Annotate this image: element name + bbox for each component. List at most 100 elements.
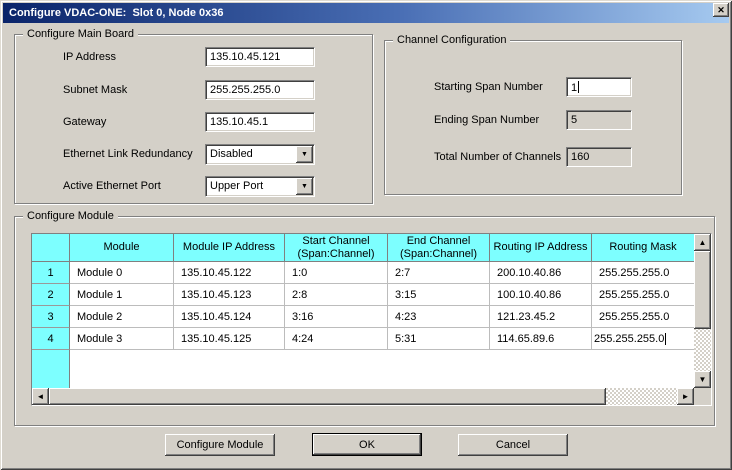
scroll-up-button[interactable]: ▲ xyxy=(694,234,711,251)
active-ethernet-port-combobox[interactable]: Upper Port ▼ xyxy=(205,176,315,197)
total-number-of-channels-value: 160 xyxy=(571,151,589,163)
gateway-label: Gateway xyxy=(63,115,106,129)
cell-module-ip[interactable]: 135.10.45.125 xyxy=(174,328,285,350)
group-main-board: Configure Main Board IP Address 135.10.4… xyxy=(14,34,373,204)
cell-module-ip[interactable]: 135.10.45.122 xyxy=(174,262,285,284)
configure-module-button-label: Configure Module xyxy=(177,439,264,451)
table-row: 3 Module 2 135.10.45.124 3:16 4:23 121.2… xyxy=(32,306,694,328)
starting-span-number-value: 1 xyxy=(571,82,577,94)
text-cursor xyxy=(665,333,666,345)
cell-routing-ip[interactable]: 121.23.45.2 xyxy=(490,306,592,328)
scroll-down-button[interactable]: ▼ xyxy=(694,371,711,388)
chevron-down-icon: ▼ xyxy=(301,183,308,190)
cancel-button[interactable]: Cancel xyxy=(458,434,568,456)
ip-address-field[interactable]: 135.10.45.121 xyxy=(205,47,315,67)
starting-span-number-label: Starting Span Number xyxy=(434,80,543,94)
cell-routing-mask[interactable]: 255.255.255.0 xyxy=(592,262,694,284)
cell-module-ip[interactable]: 135.10.45.123 xyxy=(174,284,285,306)
ending-span-number-value: 5 xyxy=(571,114,577,126)
column-header-rownum xyxy=(32,234,70,262)
text-cursor xyxy=(578,81,579,93)
gateway-value: 135.10.45.1 xyxy=(210,116,268,128)
group-channel-configuration: Channel Configuration Starting Span Numb… xyxy=(384,40,682,195)
cell-end-channel[interactable]: 3:15 xyxy=(388,284,490,306)
cell-end-channel[interactable]: 5:31 xyxy=(388,328,490,350)
group-channel-configuration-legend: Channel Configuration xyxy=(393,34,510,47)
total-number-of-channels-label: Total Number of Channels xyxy=(434,150,561,164)
row-header[interactable]: 1 xyxy=(32,262,70,284)
dialog-window: Configure VDAC-ONE: Slot 0, Node 0x36 ✕ … xyxy=(0,0,732,470)
group-main-board-legend: Configure Main Board xyxy=(23,28,138,41)
cell-start-channel[interactable]: 3:16 xyxy=(285,306,388,328)
horizontal-scrollbar[interactable]: ◄ ► xyxy=(32,388,694,405)
cell-module[interactable]: Module 3 xyxy=(70,328,174,350)
vertical-scrollbar-thumb[interactable] xyxy=(694,251,711,329)
ip-address-label: IP Address xyxy=(63,50,116,64)
active-ethernet-port-label: Active Ethernet Port xyxy=(63,179,161,193)
cell-routing-mask-editing[interactable]: 255.255.255.0 xyxy=(592,328,694,350)
starting-span-number-field[interactable]: 1 xyxy=(566,77,632,97)
row-header[interactable]: 3 xyxy=(32,306,70,328)
cell-module-ip[interactable]: 135.10.45.124 xyxy=(174,306,285,328)
active-ethernet-port-value: Upper Port xyxy=(210,180,263,192)
cell-routing-mask[interactable]: 255.255.255.0 xyxy=(592,284,694,306)
total-number-of-channels-field: 160 xyxy=(566,147,632,167)
column-header-routing-mask: Routing Mask xyxy=(592,234,694,262)
column-header-module: Module xyxy=(70,234,174,262)
ethernet-link-redundancy-value: Disabled xyxy=(210,148,253,160)
scroll-left-button[interactable]: ◄ xyxy=(32,388,49,405)
table-header-row: Module Module IP Address Start Channel(S… xyxy=(32,234,694,262)
dropdown-button[interactable]: ▼ xyxy=(296,146,313,163)
vertical-scrollbar[interactable]: ▲ ▼ xyxy=(694,234,711,388)
window-title: Configure VDAC-ONE: Slot 0, Node 0x36 xyxy=(9,7,224,19)
row-header[interactable]: 4 xyxy=(32,328,70,350)
title-bar: Configure VDAC-ONE: Slot 0, Node 0x36 xyxy=(3,3,729,23)
cell-start-channel[interactable]: 4:24 xyxy=(285,328,388,350)
cell-end-channel[interactable]: 2:7 xyxy=(388,262,490,284)
column-header-start-channel: Start Channel(Span:Channel) xyxy=(285,234,388,262)
chevron-down-icon: ▼ xyxy=(301,151,308,158)
configure-module-button[interactable]: Configure Module xyxy=(165,434,275,456)
cell-start-channel[interactable]: 1:0 xyxy=(285,262,388,284)
scroll-right-icon: ► xyxy=(682,393,690,401)
cell-module[interactable]: Module 1 xyxy=(70,284,174,306)
table-row: 4 Module 3 135.10.45.125 4:24 5:31 114.6… xyxy=(32,328,694,350)
scroll-up-icon: ▲ xyxy=(699,239,707,247)
cell-module[interactable]: Module 0 xyxy=(70,262,174,284)
table-row: 1 Module 0 135.10.45.122 1:0 2:7 200.10.… xyxy=(32,262,694,284)
group-configure-module-legend: Configure Module xyxy=(23,210,118,223)
cell-routing-ip[interactable]: 100.10.40.86 xyxy=(490,284,592,306)
gateway-field[interactable]: 135.10.45.1 xyxy=(205,112,315,132)
horizontal-scrollbar-thumb[interactable] xyxy=(49,388,606,405)
column-header-end-channel: End Channel(Span:Channel) xyxy=(388,234,490,262)
close-button[interactable]: ✕ xyxy=(713,3,729,17)
column-header-routing-ip: Routing IP Address xyxy=(490,234,592,262)
ip-address-value: 135.10.45.121 xyxy=(210,51,280,63)
row-header[interactable]: 2 xyxy=(32,284,70,306)
scroll-left-icon: ◄ xyxy=(37,393,45,401)
scroll-down-icon: ▼ xyxy=(699,376,707,384)
scroll-right-button[interactable]: ► xyxy=(677,388,694,405)
cell-routing-ip[interactable]: 200.10.40.86 xyxy=(490,262,592,284)
module-grid: Module Module IP Address Start Channel(S… xyxy=(32,234,694,388)
ethernet-link-redundancy-label: Ethernet Link Redundancy xyxy=(63,147,193,161)
ending-span-number-field: 5 xyxy=(566,110,632,130)
column-header-module-ip: Module IP Address xyxy=(174,234,285,262)
ok-button-label: OK xyxy=(359,439,375,451)
cell-routing-mask[interactable]: 255.255.255.0 xyxy=(592,306,694,328)
dropdown-button[interactable]: ▼ xyxy=(296,178,313,195)
close-icon: ✕ xyxy=(717,6,725,15)
cell-start-channel[interactable]: 2:8 xyxy=(285,284,388,306)
subnet-mask-value: 255.255.255.0 xyxy=(210,84,280,96)
group-configure-module: Configure Module Module Module IP Addres… xyxy=(14,216,715,426)
ethernet-link-redundancy-combobox[interactable]: Disabled ▼ xyxy=(205,144,315,165)
subnet-mask-label: Subnet Mask xyxy=(63,83,127,97)
editing-cell-value: 255.255.255.0 xyxy=(594,333,664,345)
ending-span-number-label: Ending Span Number xyxy=(434,113,539,127)
cell-routing-ip[interactable]: 114.65.89.6 xyxy=(490,328,592,350)
module-table: Module Module IP Address Start Channel(S… xyxy=(31,233,712,406)
subnet-mask-field[interactable]: 255.255.255.0 xyxy=(205,80,315,100)
ok-button[interactable]: OK xyxy=(312,433,422,456)
cell-module[interactable]: Module 2 xyxy=(70,306,174,328)
cell-end-channel[interactable]: 4:23 xyxy=(388,306,490,328)
